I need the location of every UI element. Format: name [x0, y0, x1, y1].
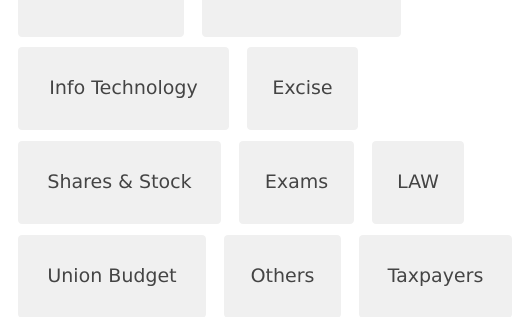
tag-info-technology[interactable]: Info Technology [18, 47, 229, 130]
tag-law[interactable]: LAW [372, 141, 464, 224]
tag-partially-visible[interactable] [18, 0, 184, 37]
tag-partially-visible[interactable] [202, 0, 401, 37]
tag-taxpayers[interactable]: Taxpayers [359, 235, 512, 317]
tag-exams[interactable]: Exams [239, 141, 354, 224]
tag-excise[interactable]: Excise [247, 47, 358, 130]
tag-shares-stock[interactable]: Shares & Stock [18, 141, 221, 224]
category-tag-cloud: Info Technology Excise Shares & Stock Ex… [0, 0, 512, 317]
tag-union-budget[interactable]: Union Budget [18, 235, 206, 317]
tag-others[interactable]: Others [224, 235, 341, 317]
